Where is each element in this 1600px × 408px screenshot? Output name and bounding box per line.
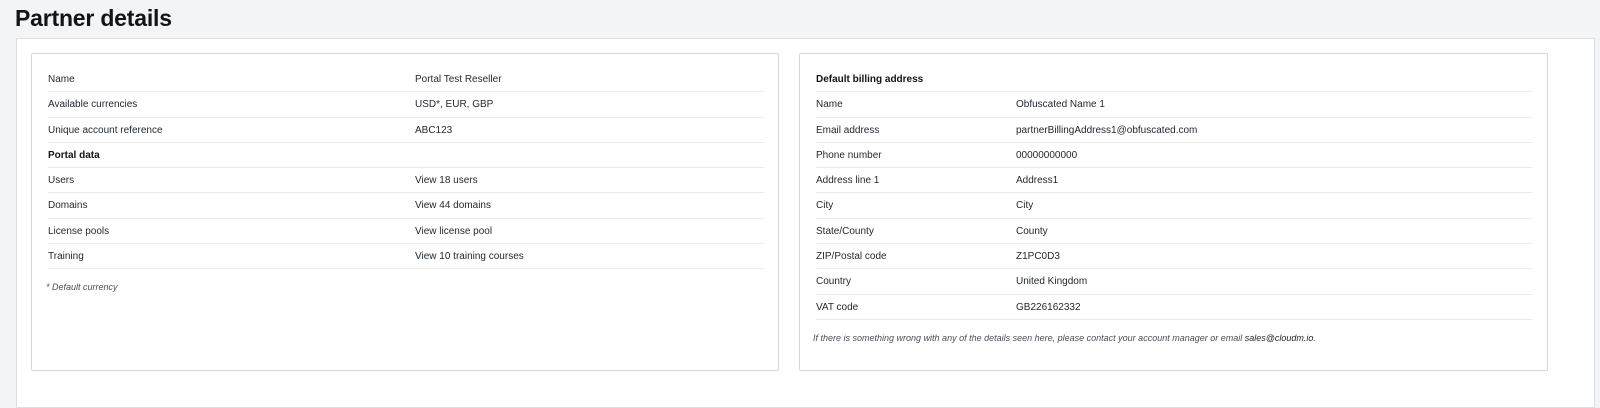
detail-value: Portal Test Reseller xyxy=(415,74,502,85)
billing-row-email: Email address partnerBillingAddress1@obf… xyxy=(816,118,1532,143)
billing-row-name: Name Obfuscated Name 1 xyxy=(816,92,1532,118)
partner-info-panel: Name Portal Test Reseller Available curr… xyxy=(31,53,779,371)
contact-note: If there is something wrong with any of … xyxy=(813,333,1316,343)
detail-label: Unique account reference xyxy=(48,124,163,136)
default-currency-footnote: * Default currency xyxy=(46,282,118,292)
billing-row-vat: VAT code GB226162332 xyxy=(816,295,1532,320)
contact-email-link[interactable]: sales@cloudm.io xyxy=(1245,333,1314,343)
detail-label: Phone number xyxy=(816,149,882,161)
detail-label: Email address xyxy=(816,124,880,136)
billing-row-zip: ZIP/Postal code Z1PC0D3 xyxy=(816,244,1532,270)
section-heading: Default billing address xyxy=(816,74,924,85)
portal-data-heading: Portal data xyxy=(48,143,764,169)
detail-value: City xyxy=(1016,200,1034,212)
detail-value: Address1 xyxy=(1016,175,1059,187)
view-users-link[interactable]: View 18 users xyxy=(415,168,478,193)
detail-row-name: Name Portal Test Reseller xyxy=(48,67,764,93)
detail-value: GB226162332 xyxy=(1016,301,1081,313)
billing-row-phone: Phone number 00000000000 xyxy=(816,143,1532,169)
portal-row-license-pools: License pools View license pool xyxy=(48,219,764,245)
view-license-pool-link[interactable]: View license pool xyxy=(415,219,492,244)
billing-row-state: State/County County xyxy=(816,219,1532,245)
billing-heading: Default billing address xyxy=(816,67,1532,93)
detail-value: United Kingdom xyxy=(1016,276,1088,288)
detail-label: Domains xyxy=(48,200,88,212)
detail-row-currencies: Available currencies USD*, EUR, GBP xyxy=(48,92,764,118)
view-domains-link[interactable]: View 44 domains xyxy=(415,193,491,218)
detail-label: VAT code xyxy=(816,301,859,313)
billing-address-list: Default billing address Name Obfuscated … xyxy=(816,67,1532,320)
detail-value: Z1PC0D3 xyxy=(1016,251,1060,263)
billing-address-panel: Default billing address Name Obfuscated … xyxy=(799,53,1548,371)
detail-value: 00000000000 xyxy=(1016,149,1078,161)
portal-row-users: Users View 18 users xyxy=(48,168,764,194)
detail-value: USD*, EUR, GBP xyxy=(415,99,494,111)
detail-value: Obfuscated Name 1 xyxy=(1016,99,1105,111)
partner-details-card: Name Portal Test Reseller Available curr… xyxy=(16,38,1595,408)
detail-label: Address line 1 xyxy=(816,175,880,187)
detail-label: Users xyxy=(48,175,75,187)
billing-row-city: City City xyxy=(816,193,1532,219)
billing-row-address-line-1: Address line 1 Address1 xyxy=(816,168,1532,194)
detail-label: Available currencies xyxy=(48,99,138,111)
partner-info-list: Name Portal Test Reseller Available curr… xyxy=(48,67,764,270)
detail-label: City xyxy=(816,200,834,212)
billing-row-country: Country United Kingdom xyxy=(816,269,1532,295)
detail-label: License pools xyxy=(48,225,110,237)
detail-value: County xyxy=(1016,225,1048,237)
detail-label: ZIP/Postal code xyxy=(816,251,887,263)
section-heading: Portal data xyxy=(48,149,100,161)
detail-label: State/County xyxy=(816,225,874,237)
detail-label: Name xyxy=(816,99,843,111)
portal-row-domains: Domains View 44 domains xyxy=(48,193,764,219)
contact-note-text: If there is something wrong with any of … xyxy=(813,333,1245,343)
detail-value: partnerBillingAddress1@obfuscated.com xyxy=(1016,124,1198,136)
detail-label: Country xyxy=(816,276,852,288)
view-training-link[interactable]: View 10 training courses xyxy=(415,244,524,269)
detail-label: Training xyxy=(48,251,84,263)
detail-row-account-reference: Unique account reference ABC123 xyxy=(48,118,764,143)
portal-row-training: Training View 10 training courses xyxy=(48,244,764,270)
detail-label: Name xyxy=(48,74,75,85)
page-title: Partner details xyxy=(15,5,172,31)
detail-value: ABC123 xyxy=(415,124,453,136)
contact-note-end: . xyxy=(1313,333,1316,343)
